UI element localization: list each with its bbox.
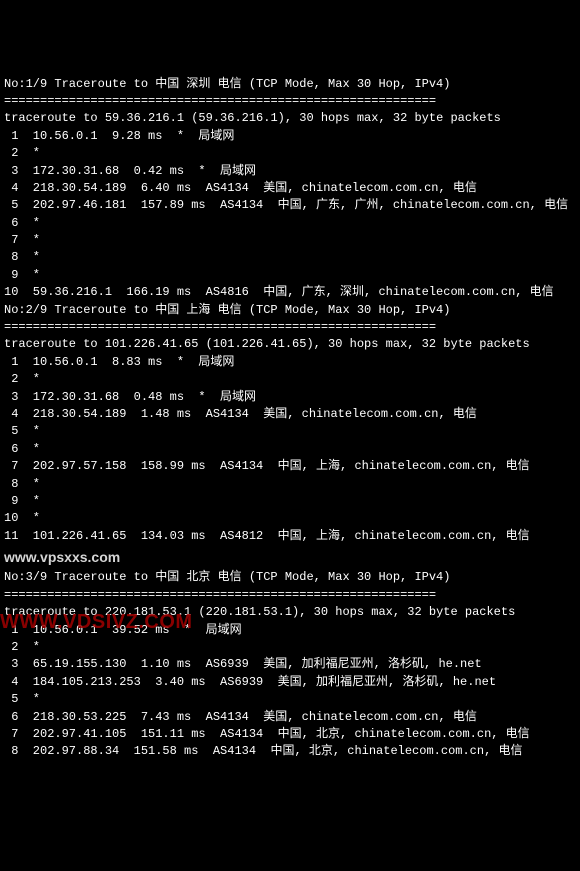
terminal-line: 1 10.56.0.1 8.83 ms * 局域网 xyxy=(4,354,576,371)
terminal-line: 4 218.30.54.189 6.40 ms AS4134 美国, china… xyxy=(4,180,576,197)
terminal-line: 11 101.226.41.65 134.03 ms AS4812 中国, 上海… xyxy=(4,528,576,545)
terminal-output: No:1/9 Traceroute to 中国 深圳 电信 (TCP Mode,… xyxy=(4,76,576,761)
terminal-line: ========================================… xyxy=(4,93,576,110)
terminal-line: 6 * xyxy=(4,441,576,458)
terminal-line: 2 * xyxy=(4,371,576,388)
terminal-line: ========================================… xyxy=(4,319,576,336)
terminal-line: 5 * xyxy=(4,423,576,440)
terminal-line: 1 10.56.0.1 9.28 ms * 局域网 xyxy=(4,128,576,145)
terminal-line: 10 * xyxy=(4,510,576,527)
terminal-line: 5 202.97.46.181 157.89 ms AS4134 中国, 广东,… xyxy=(4,197,576,214)
terminal-line: 8 202.97.88.34 151.58 ms AS4134 中国, 北京, … xyxy=(4,743,576,760)
terminal-line: 7 202.97.57.158 158.99 ms AS4134 中国, 上海,… xyxy=(4,458,576,475)
terminal-line: 3 65.19.155.130 1.10 ms AS6939 美国, 加利福尼亚… xyxy=(4,656,576,673)
watermark-bottom: WWW.VDSIVZ.COM xyxy=(0,608,193,637)
terminal-line: 6 * xyxy=(4,215,576,232)
terminal-line: 8 * xyxy=(4,476,576,493)
terminal-line: 10 59.36.216.1 166.19 ms AS4816 中国, 广东, … xyxy=(4,284,576,301)
terminal-line: No:3/9 Traceroute to 中国 北京 电信 (TCP Mode,… xyxy=(4,569,576,586)
terminal-line: 7 202.97.41.105 151.11 ms AS4134 中国, 北京,… xyxy=(4,726,576,743)
terminal-line: No:1/9 Traceroute to 中国 深圳 电信 (TCP Mode,… xyxy=(4,76,576,93)
terminal-line: 5 * xyxy=(4,691,576,708)
terminal-line: 9 * xyxy=(4,493,576,510)
terminal-line: 4 184.105.213.253 3.40 ms AS6939 美国, 加利福… xyxy=(4,674,576,691)
terminal-line: 2 * xyxy=(4,145,576,162)
terminal-line: traceroute to 59.36.216.1 (59.36.216.1),… xyxy=(4,110,576,127)
watermark-mid: www.vpsxxs.com xyxy=(4,547,576,567)
terminal-line: 2 * xyxy=(4,639,576,656)
terminal-line: ========================================… xyxy=(4,587,576,604)
terminal-line: 6 218.30.53.225 7.43 ms AS4134 美国, china… xyxy=(4,709,576,726)
terminal-line: 9 * xyxy=(4,267,576,284)
terminal-line: 8 * xyxy=(4,249,576,266)
terminal-line: 3 172.30.31.68 0.42 ms * 局域网 xyxy=(4,163,576,180)
terminal-line: 4 218.30.54.189 1.48 ms AS4134 美国, china… xyxy=(4,406,576,423)
terminal-line: 3 172.30.31.68 0.48 ms * 局域网 xyxy=(4,389,576,406)
terminal-line: No:2/9 Traceroute to 中国 上海 电信 (TCP Mode,… xyxy=(4,302,576,319)
terminal-line: traceroute to 101.226.41.65 (101.226.41.… xyxy=(4,336,576,353)
terminal-line: 7 * xyxy=(4,232,576,249)
